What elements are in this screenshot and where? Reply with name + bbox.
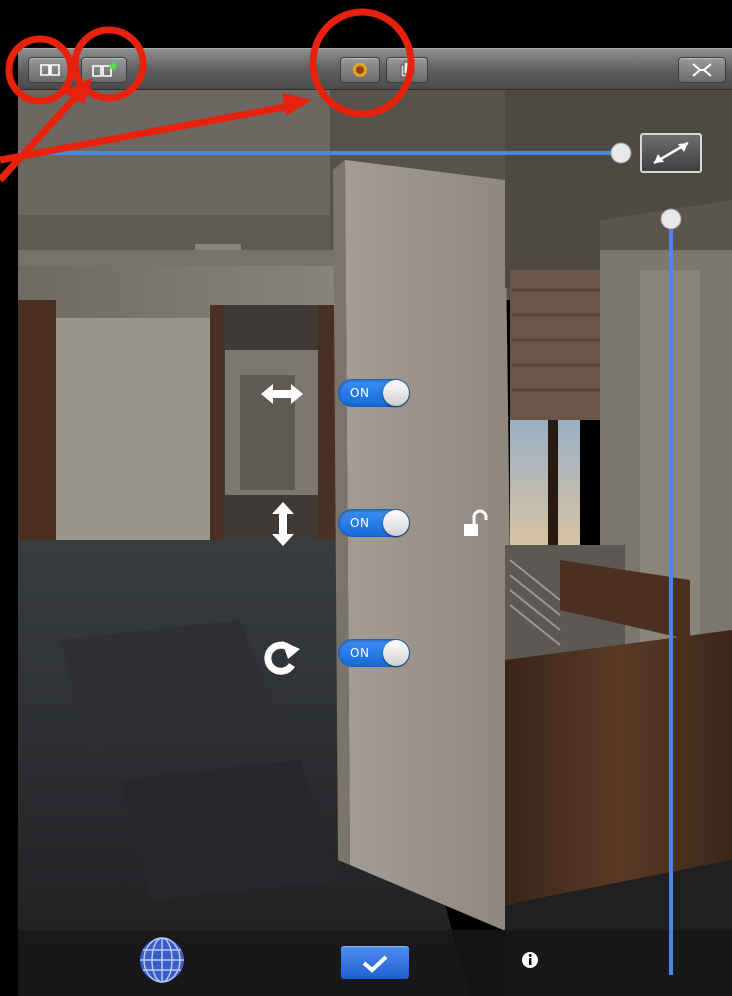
book-button[interactable] xyxy=(28,57,72,83)
top-toolbar xyxy=(18,48,732,90)
rotate-icon xyxy=(264,641,300,675)
checkmark-icon xyxy=(362,955,388,973)
arrows-collapse-icon xyxy=(692,63,712,77)
add-bookmark-button[interactable] xyxy=(81,57,127,83)
done-button[interactable] xyxy=(341,946,409,979)
toggle-knob xyxy=(383,510,409,536)
globe-icon[interactable] xyxy=(138,936,186,984)
info-icon[interactable] xyxy=(520,950,540,970)
scene-view[interactable] xyxy=(0,0,732,996)
vertical-lock-toggle[interactable]: ON xyxy=(338,509,410,537)
toggle-label: ON xyxy=(350,386,370,400)
toggle-knob xyxy=(383,380,409,406)
expand-diagonal-icon xyxy=(653,141,689,165)
expand-button[interactable] xyxy=(640,133,702,173)
horizontal-lock-toggle[interactable]: ON xyxy=(338,379,410,407)
unlock-icon[interactable] xyxy=(462,508,492,540)
sun-button[interactable] xyxy=(340,57,380,83)
pages-icon xyxy=(400,61,415,78)
book-icon xyxy=(40,64,60,76)
toggle-knob xyxy=(383,640,409,666)
sun-icon xyxy=(353,63,367,77)
toggle-label: ON xyxy=(350,516,370,530)
toggle-label: ON xyxy=(350,646,370,660)
vertical-arrows-icon xyxy=(272,502,294,546)
pages-button[interactable] xyxy=(386,57,428,83)
horizontal-arrows-icon xyxy=(261,384,303,404)
book-add-icon xyxy=(92,62,117,77)
rotation-lock-toggle[interactable]: ON xyxy=(338,639,410,667)
collapse-button[interactable] xyxy=(678,57,726,83)
